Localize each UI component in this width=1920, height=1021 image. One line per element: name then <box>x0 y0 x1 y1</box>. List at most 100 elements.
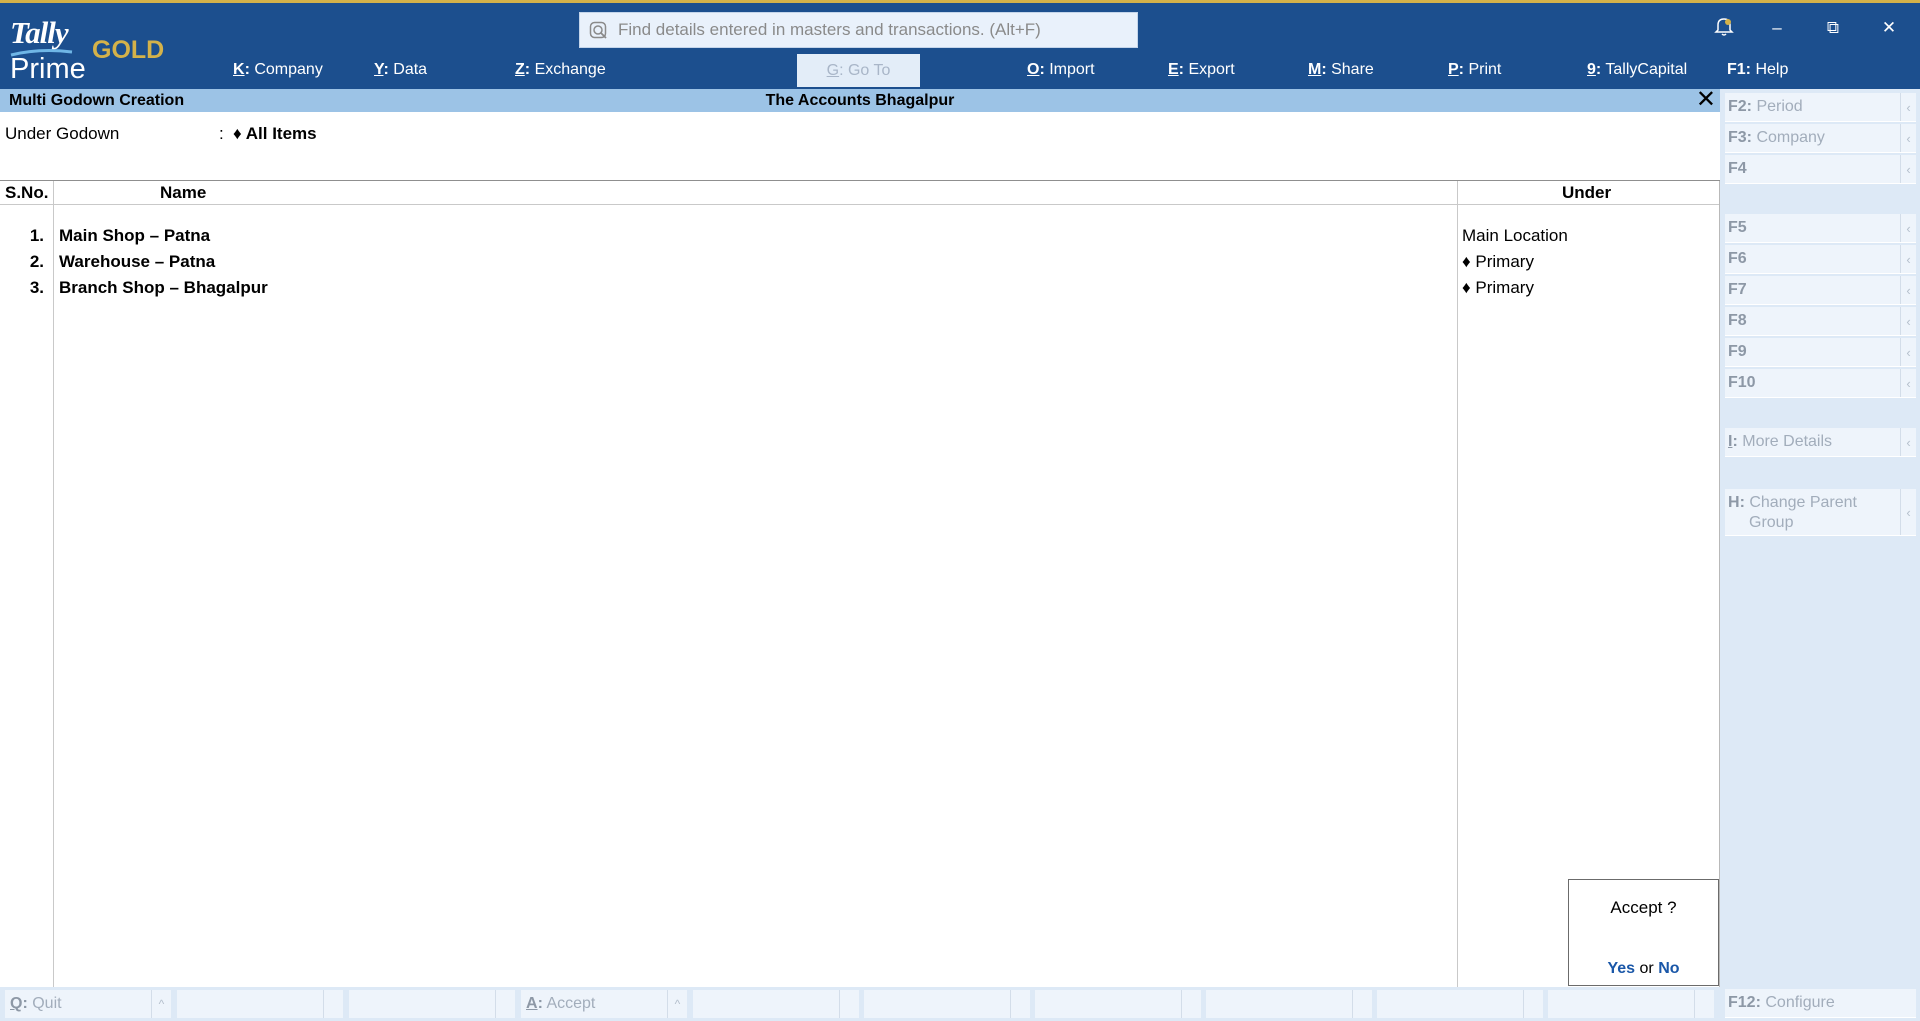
search-input[interactable] <box>618 13 1128 47</box>
menu-print[interactable]: P: Print <box>1448 61 1501 79</box>
table-row[interactable]: 2. Warehouse – Patna ♦ Primary <box>0 252 1720 278</box>
menu-import[interactable]: O: Import <box>1027 61 1095 79</box>
menu-go-to[interactable]: G: Go To <box>797 54 920 87</box>
logo-prime-text: Prime <box>10 53 86 85</box>
menu-company[interactable]: K: Company <box>233 61 323 79</box>
accept-button[interactable]: A: Accept ^ <box>521 990 687 1018</box>
row-under[interactable]: ♦ Primary <box>1462 252 1534 272</box>
menu-share[interactable]: M: Share <box>1308 61 1374 79</box>
button-key: H <box>1728 494 1740 511</box>
menu-label: Exchange <box>534 61 606 78</box>
f3-company-button[interactable]: F3: Company ‹ <box>1725 124 1916 153</box>
column-header-name: Name <box>160 183 207 202</box>
quit-button[interactable]: Q: Quit ^ <box>5 990 171 1018</box>
no-button[interactable]: No <box>1658 960 1679 977</box>
restore-button[interactable]: ⧉ <box>1818 17 1848 39</box>
chevron-left-icon: ‹ <box>1900 155 1916 183</box>
menu-label: Export <box>1188 61 1235 78</box>
menu-help[interactable]: F1: Help <box>1727 61 1788 79</box>
menu-tallycapital[interactable]: 9: TallyCapital <box>1587 61 1687 79</box>
button-key: F12 <box>1728 994 1756 1011</box>
table-row[interactable]: 3. Branch Shop – Bhagalpur ♦ Primary <box>0 278 1720 304</box>
menu-key: G <box>826 62 840 79</box>
button-key: F10 <box>1728 374 1756 391</box>
footer-empty-button[interactable] <box>1035 990 1201 1018</box>
row-sno: 1. <box>29 226 44 245</box>
menu-label: TallyCapital <box>1605 61 1688 78</box>
menu-data[interactable]: Y: Data <box>374 61 427 79</box>
row-under[interactable]: Main Location <box>1462 226 1568 246</box>
footer-empty-button[interactable] <box>864 990 1030 1018</box>
footer-empty-button[interactable] <box>349 990 515 1018</box>
button-label: Company <box>1756 129 1825 146</box>
divider-icon <box>1181 990 1201 1018</box>
button-key: F8 <box>1728 312 1747 329</box>
more-details-button[interactable]: I: More Details ‹ <box>1725 428 1916 457</box>
button-key: F3 <box>1728 129 1747 146</box>
footer-empty-button[interactable] <box>1377 990 1543 1018</box>
chevron-left-icon: ‹ <box>1900 428 1916 456</box>
menu-exchange[interactable]: Z: Exchange <box>515 61 606 79</box>
table-row[interactable]: 1. Main Shop – Patna Main Location <box>0 226 1720 252</box>
chevron-left-icon: ‹ <box>1900 307 1916 335</box>
company-name: The Accounts Bhagalpur <box>765 92 955 109</box>
button-key: F4 <box>1728 160 1747 177</box>
screen-title-bar: The Accounts Bhagalpur Multi Godown Crea… <box>0 87 1720 113</box>
menu-key: K <box>233 61 245 78</box>
change-parent-group-button[interactable]: H: Change Parent Group ‹ <box>1725 489 1916 536</box>
footer-empty-button[interactable] <box>1206 990 1372 1018</box>
f8-button[interactable]: F8 ‹ <box>1725 307 1916 336</box>
global-search-box[interactable] <box>579 12 1138 48</box>
row-name[interactable]: Warehouse – Patna <box>59 252 215 272</box>
f6-button[interactable]: F6 ‹ <box>1725 245 1916 274</box>
divider-icon <box>839 990 859 1018</box>
button-label: More Details <box>1742 433 1833 450</box>
window-close-button[interactable]: ✕ <box>1874 17 1904 39</box>
button-label-line2: Group <box>1749 514 1794 531</box>
f9-button[interactable]: F9 ‹ <box>1725 338 1916 367</box>
f7-button[interactable]: F7 ‹ <box>1725 276 1916 305</box>
row-name[interactable]: Main Shop – Patna <box>59 226 210 246</box>
row-sno: 2. <box>29 252 44 271</box>
button-bar-bottom: Q: Quit ^ A: Accept ^ <box>0 987 1720 1021</box>
f12-configure-button[interactable]: F12: Configure <box>1725 989 1916 1018</box>
menu-key: Z <box>515 61 525 78</box>
or-text: or <box>1639 960 1654 977</box>
row-name[interactable]: Branch Shop – Bhagalpur <box>59 278 268 298</box>
menu-export[interactable]: E: Export <box>1168 61 1235 79</box>
chevron-left-icon: ‹ <box>1900 214 1916 242</box>
button-key: F9 <box>1728 343 1747 360</box>
accept-answers: Yes or No <box>1569 960 1718 978</box>
yes-button[interactable]: Yes <box>1607 960 1635 977</box>
f10-button[interactable]: F10 ‹ <box>1725 369 1916 398</box>
under-godown-colon: : <box>219 124 224 143</box>
minimize-button[interactable]: – <box>1762 17 1792 39</box>
chevron-left-icon: ‹ <box>1900 276 1916 304</box>
screen-title: Multi Godown Creation <box>9 92 185 109</box>
close-screen-button[interactable]: ✕ <box>1696 87 1716 113</box>
menu-label: Print <box>1468 61 1502 78</box>
button-label: Configure <box>1765 994 1835 1011</box>
accept-question: Accept ? <box>1610 898 1677 917</box>
button-key: F5 <box>1728 219 1747 236</box>
menu-label: Share <box>1331 61 1374 78</box>
footer-empty-button[interactable] <box>1548 990 1714 1018</box>
divider-icon <box>1352 990 1372 1018</box>
row-sno: 3. <box>29 278 44 297</box>
f5-button[interactable]: F5 ‹ <box>1725 214 1916 243</box>
footer-empty-button[interactable] <box>177 990 343 1018</box>
under-godown-field[interactable]: ♦ All Items <box>233 124 317 144</box>
button-label: Period <box>1756 98 1803 115</box>
bell-icon[interactable] <box>1713 15 1735 37</box>
search-icon <box>589 21 607 39</box>
f4-button[interactable]: F4 ‹ <box>1725 155 1916 184</box>
logo-tally-text: Tally <box>10 15 69 50</box>
row-under[interactable]: ♦ Primary <box>1462 278 1534 298</box>
footer-empty-button[interactable] <box>693 990 859 1018</box>
divider-icon <box>1010 990 1030 1018</box>
button-key: F2 <box>1728 98 1747 115</box>
f2-period-button[interactable]: F2: Period ‹ <box>1725 93 1916 122</box>
menu-key: M <box>1308 61 1322 78</box>
button-key: F7 <box>1728 281 1747 298</box>
chevron-left-icon: ‹ <box>1900 245 1916 273</box>
